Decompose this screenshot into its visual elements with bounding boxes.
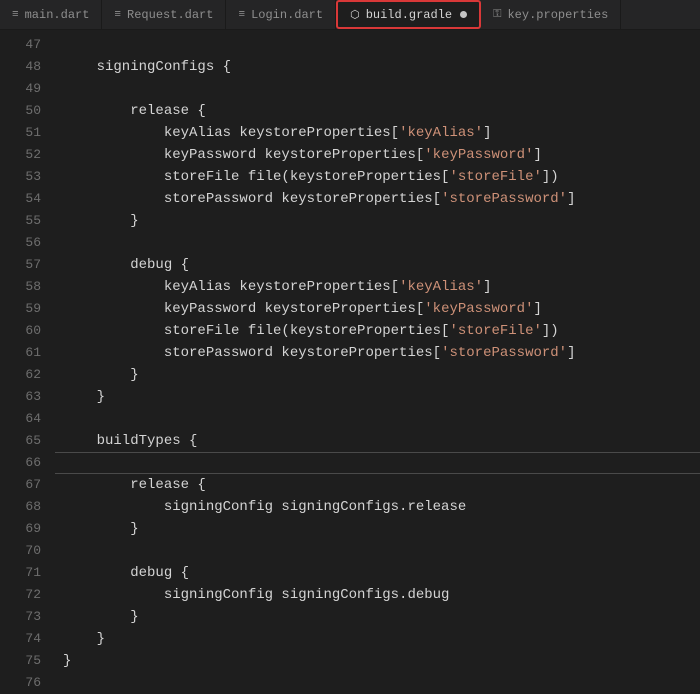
code-line: } — [63, 606, 700, 628]
code-line: } — [63, 518, 700, 540]
code-line: keyPassword keystoreProperties['keyPassw… — [63, 144, 700, 166]
code-line: signingConfig signingConfigs.debug — [63, 584, 700, 606]
tab-label: build.gradle — [366, 8, 452, 22]
code-line — [63, 34, 700, 56]
tab-label: Request.dart — [127, 8, 213, 22]
tab-label: main.dart — [25, 8, 90, 22]
tab-main-dart[interactable]: ≡ main.dart — [0, 0, 102, 29]
code-line: debug { — [63, 562, 700, 584]
tab-login-dart[interactable]: ≡ Login.dart — [226, 0, 336, 29]
code-line: debug { — [63, 254, 700, 276]
tab-label: key.properties — [507, 8, 608, 22]
line-number-gutter: 4748495051525354555657585960616263646566… — [0, 30, 55, 664]
tab-request-dart[interactable]: ≡ Request.dart — [102, 0, 226, 29]
file-icon: ≡ — [238, 9, 245, 21]
code-line: } — [63, 628, 700, 650]
code-line — [63, 78, 700, 100]
code-line: buildTypes { — [63, 430, 700, 452]
file-icon: ≡ — [114, 9, 121, 21]
code-line: } — [63, 210, 700, 232]
code-line: release { — [63, 474, 700, 496]
tab-bar: ≡ main.dart ≡ Request.dart ≡ Login.dart … — [0, 0, 700, 30]
gradle-icon: ⬡ — [350, 8, 360, 22]
code-line: storePassword keystoreProperties['storeP… — [63, 188, 700, 210]
code-line — [63, 540, 700, 562]
code-area[interactable]: signingConfigs { release { keyAlias keys… — [55, 30, 700, 664]
tab-build-gradle[interactable]: ⬡ build.gradle — [336, 0, 481, 29]
code-line: release { — [63, 100, 700, 122]
code-line: storeFile file(keystoreProperties['store… — [63, 166, 700, 188]
dirty-indicator-icon — [460, 11, 467, 18]
file-icon: ≡ — [12, 9, 19, 21]
code-line — [63, 672, 700, 694]
code-line: } — [63, 386, 700, 408]
code-line: keyPassword keystoreProperties['keyPassw… — [63, 298, 700, 320]
code-line: storeFile file(keystoreProperties['store… — [63, 320, 700, 342]
code-line: } — [63, 364, 700, 386]
code-line: } — [63, 650, 700, 672]
code-line: keyAlias keystoreProperties['keyAlias'] — [63, 122, 700, 144]
editor[interactable]: 4748495051525354555657585960616263646566… — [0, 30, 700, 664]
code-line: signingConfigs { — [63, 56, 700, 78]
code-line: keyAlias keystoreProperties['keyAlias'] — [63, 276, 700, 298]
code-line — [63, 452, 700, 474]
tab-key-properties[interactable]: ⚿ key.properties — [481, 0, 621, 29]
tab-label: Login.dart — [251, 8, 323, 22]
properties-icon: ⚿ — [493, 9, 501, 21]
code-line: signingConfig signingConfigs.release — [63, 496, 700, 518]
code-line: storePassword keystoreProperties['storeP… — [63, 342, 700, 364]
code-line — [63, 408, 700, 430]
code-line — [63, 232, 700, 254]
